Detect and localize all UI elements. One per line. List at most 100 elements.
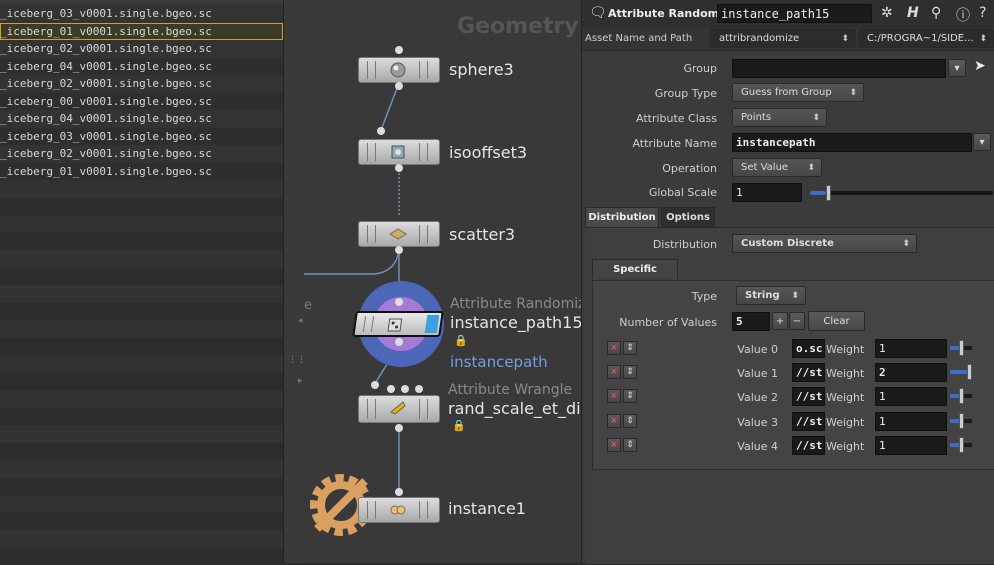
distribution-menu[interactable]: Custom Discrete ⬍ <box>732 234 917 253</box>
file-list-item[interactable]: _iceberg_04_v0001.single.bgeo.sc <box>0 58 283 76</box>
type-menu[interactable]: String ⬍ <box>736 286 806 305</box>
add-value-button[interactable]: + <box>772 312 788 330</box>
delete-value-button[interactable]: × <box>607 341 621 355</box>
subtab-specific-values[interactable]: Specific Values <box>592 259 678 279</box>
scatter-output-port[interactable] <box>395 246 403 254</box>
chevron-updown-icon: ⬍ <box>979 30 987 48</box>
delete-value-button[interactable]: × <box>607 414 621 428</box>
isooffset-input-port[interactable] <box>377 127 385 135</box>
group-dropdown-button[interactable]: ▾ <box>948 59 966 77</box>
value-field[interactable]: //st <box>792 363 825 382</box>
remove-value-button[interactable]: − <box>789 312 805 330</box>
reorder-value-button[interactable]: ⇕ <box>623 365 637 379</box>
node-rand-scale-et-dir[interactable] <box>358 395 440 423</box>
wrangle-input-port-1[interactable] <box>371 381 379 389</box>
file-list-item[interactable]: _iceberg_01_v0001.single.bgeo.sc <box>0 163 283 181</box>
collapse-right-icon[interactable]: ▸ <box>298 376 303 386</box>
weight-field[interactable]: 2 <box>875 363 947 382</box>
sphere-output-port[interactable] <box>395 82 403 90</box>
weight-field[interactable]: 1 <box>875 387 947 406</box>
wrangle-input-port-4[interactable] <box>415 385 423 393</box>
wrangle-input-port-3[interactable] <box>401 385 409 393</box>
file-list-empty-row <box>0 233 283 251</box>
reorder-value-button[interactable]: ⇕ <box>623 414 637 428</box>
help-icon[interactable]: ? <box>979 5 986 21</box>
attribute-name-dropdown[interactable]: ▾ <box>973 133 991 151</box>
value-field[interactable]: o.sc <box>792 339 825 358</box>
file-list-item[interactable]: _iceberg_03_v0001.single.bgeo.sc <box>0 5 283 23</box>
reorder-value-button[interactable]: ⇕ <box>623 438 637 452</box>
weight-slider[interactable] <box>950 388 972 404</box>
node-type-icon[interactable]: 🗨 <box>589 5 607 21</box>
asset-path-menu[interactable]: C:/PROGRA~1/SIDE... ⬍ <box>858 29 994 48</box>
select-arrow-icon[interactable]: ➤ <box>974 58 986 74</box>
file-list-item[interactable]: _iceberg_00_v0001.single.bgeo.sc <box>0 93 283 111</box>
isooffset-output-port[interactable] <box>395 164 403 172</box>
value-field[interactable]: //st <box>792 412 825 431</box>
network-editor[interactable]: Geometry e sphere3 isooffset3 scatter3 <box>304 0 581 563</box>
node-sphere3[interactable] <box>358 57 440 83</box>
display-flag[interactable] <box>425 315 440 333</box>
node-instance1[interactable] <box>358 497 440 523</box>
weight-field[interactable]: 1 <box>875 412 947 431</box>
drag-grip-icon[interactable]: ⋮⋮ <box>288 358 296 372</box>
weight-field[interactable]: 1 <box>875 436 947 455</box>
weight-slider-knob[interactable] <box>959 388 964 404</box>
weight-slider[interactable] <box>950 413 972 429</box>
weight-slider-knob[interactable] <box>959 413 964 429</box>
sphere-input-port[interactable] <box>395 46 403 54</box>
number-of-values-field[interactable]: 5 <box>732 312 770 331</box>
global-scale-field[interactable]: 1 <box>732 183 802 202</box>
weight-slider[interactable] <box>950 437 972 453</box>
weight-slider-knob[interactable] <box>959 340 964 356</box>
global-scale-slider[interactable] <box>810 191 993 195</box>
value-field[interactable]: //st <box>792 387 825 406</box>
delete-value-button[interactable]: × <box>607 389 621 403</box>
node-scatter3[interactable] <box>358 221 440 247</box>
attribute-class-menu[interactable]: Points ⬍ <box>732 108 827 127</box>
randomize-input-port[interactable] <box>395 298 403 306</box>
help-h-icon[interactable]: H <box>907 5 919 21</box>
clear-button[interactable]: Clear <box>808 311 865 331</box>
weight-slider[interactable] <box>950 340 972 356</box>
asset-row: Asset Name and Path attribrandomize ⬍ C:… <box>582 28 994 51</box>
attribute-name-field[interactable]: instancepath <box>732 133 972 152</box>
instance-input-port[interactable] <box>395 488 403 496</box>
asset-name-menu[interactable]: attribrandomize ⬍ <box>710 29 856 48</box>
node-isooffset3[interactable] <box>358 139 440 165</box>
operation-menu[interactable]: Set Value ⬍ <box>732 158 822 177</box>
weight-slider[interactable] <box>950 364 972 380</box>
node-name-field[interactable]: instance_path15 <box>717 4 872 23</box>
attribute-randomize-icon <box>383 316 408 334</box>
delete-value-button[interactable]: × <box>607 438 621 452</box>
search-icon[interactable]: ⚲ <box>931 5 941 21</box>
wrangle-output-port[interactable] <box>395 424 403 432</box>
weight-field[interactable]: 1 <box>875 339 947 358</box>
randomize-output-port[interactable] <box>395 338 403 346</box>
file-list-item[interactable]: _iceberg_02_v0001.single.bgeo.sc <box>0 40 283 58</box>
collapse-left-icon[interactable]: ◂ <box>298 316 303 326</box>
global-scale-knob[interactable] <box>826 185 831 201</box>
file-list-item[interactable]: _iceberg_04_v0001.single.bgeo.sc <box>0 110 283 128</box>
info-icon[interactable]: ⓘ <box>956 5 970 25</box>
group-field[interactable] <box>732 59 946 78</box>
wrangle-input-port-2[interactable] <box>387 385 395 393</box>
file-list-item[interactable]: _iceberg_01_v0001.single.bgeo.sc <box>0 23 283 41</box>
file-list-item[interactable]: _iceberg_02_v0001.single.bgeo.sc <box>0 75 283 93</box>
tab-options[interactable]: Options <box>661 207 715 227</box>
group-type-menu[interactable]: Guess from Group ⬍ <box>732 83 864 102</box>
file-list-item[interactable]: _iceberg_03_v0001.single.bgeo.sc <box>0 128 283 146</box>
pane-divider[interactable]: ◂ ⋮⋮ ▸ <box>283 0 305 563</box>
reorder-value-button[interactable]: ⇕ <box>623 341 637 355</box>
delete-value-button[interactable]: × <box>607 365 621 379</box>
reorder-value-button[interactable]: ⇕ <box>623 389 637 403</box>
node-instance-path15[interactable] <box>352 311 444 337</box>
tab-distribution[interactable]: Distribution <box>585 207 659 227</box>
weight-slider-knob[interactable] <box>959 437 964 453</box>
wrangle-icon <box>387 399 409 417</box>
weight-slider-knob[interactable] <box>967 364 972 380</box>
chevron-down-icon: ▾ <box>954 63 959 74</box>
value-field[interactable]: //st <box>792 436 825 455</box>
gear-icon[interactable]: ✲ <box>881 5 893 21</box>
file-list-item[interactable]: _iceberg_02_v0001.single.bgeo.sc <box>0 145 283 163</box>
